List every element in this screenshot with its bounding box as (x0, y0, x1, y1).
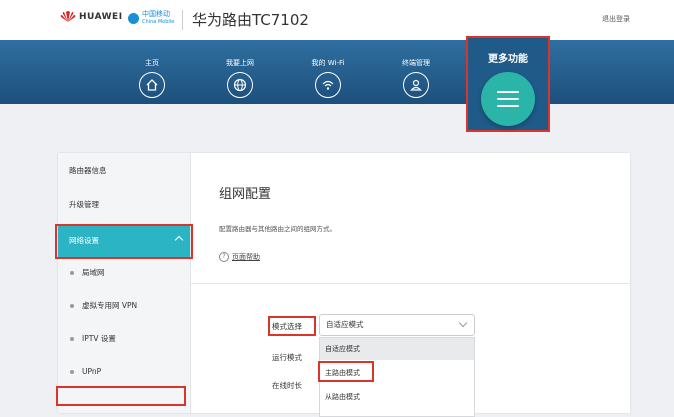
user-icon (403, 72, 429, 98)
nav-label: 主页 (145, 59, 159, 67)
highlight-sidebar-bottom (56, 386, 186, 406)
bullet-icon (70, 370, 74, 374)
bullet-icon (70, 304, 74, 308)
brand-text: HUAWEI (79, 12, 123, 22)
globe-icon (227, 72, 253, 98)
nav-label: 终端管理 (402, 59, 430, 67)
nav-item-internet[interactable]: 我要上网 (205, 40, 275, 98)
menu-icon (481, 72, 535, 126)
help-label: 页面帮助 (232, 253, 260, 261)
mode-option-sub-router[interactable]: 从路由模式 (320, 386, 474, 408)
nav-item-wifi[interactable]: 我的 Wi-Fi (293, 40, 363, 98)
highlight-main-router-option (318, 361, 374, 382)
page-title: 组网配置 (219, 187, 272, 202)
nav-label: 我的 Wi-Fi (311, 59, 345, 67)
page-help-link[interactable]: ? 页面帮助 (219, 252, 260, 262)
sidebar-subitem-iptv[interactable]: IPTV 设置 (58, 323, 190, 355)
sidebar-subitem-label: UPnP (82, 367, 102, 376)
bullet-icon (70, 271, 74, 275)
nav-item-home[interactable]: 主页 (117, 40, 187, 98)
carrier-name-en: China Mobile (142, 19, 175, 25)
main-nav: 主页 我要上网 我的 Wi-Fi 终端管理 (0, 40, 674, 104)
huawei-petals-icon (60, 11, 76, 22)
china-mobile-icon (128, 12, 139, 24)
help-icon: ? (219, 252, 229, 262)
bullet-icon (70, 337, 74, 341)
huawei-logo: HUAWEI (60, 11, 123, 23)
top-header: HUAWEI 中国移动 China Mobile 华为路由TC7102 退出登录 (0, 0, 674, 40)
carrier-name-cn: 中国移动 (142, 10, 170, 18)
sidebar-item-router-info[interactable]: 路由器信息 (58, 155, 190, 187)
nav-label: 我要上网 (226, 59, 254, 67)
run-mode-label: 运行模式 (272, 353, 302, 362)
sidebar-subitem-vpn[interactable]: 虚拟专用网 VPN (58, 290, 190, 322)
home-icon (139, 72, 165, 98)
sidebar-subitem-label: 局域网 (82, 268, 105, 277)
more-functions-button[interactable]: 更多功能 (466, 36, 550, 132)
sidebar-subitem-label: 虚拟专用网 VPN (82, 301, 138, 310)
router-title: 华为路由TC7102 (192, 11, 309, 29)
highlight-network-settings (55, 224, 193, 259)
sidebar: 路由器信息 升级管理 网络设置 局域网 虚拟专用网 VPN IPTV 设置 UP… (58, 153, 191, 413)
more-functions-label: 更多功能 (488, 54, 528, 65)
sidebar-subitem-upnp[interactable]: UPnP (58, 356, 190, 388)
mode-option-auto[interactable]: 自适应模式 (320, 338, 474, 360)
nav-item-devices[interactable]: 终端管理 (381, 40, 451, 98)
mode-select[interactable]: 自适应模式 (319, 314, 475, 336)
highlight-mode-label (268, 316, 316, 336)
header-divider (182, 10, 183, 30)
china-mobile-logo: 中国移动 China Mobile (128, 10, 174, 26)
logout-link[interactable]: 退出登录 (602, 14, 630, 24)
content-divider (190, 283, 630, 284)
sidebar-subitem-label: IPTV 设置 (82, 334, 116, 343)
wifi-icon (315, 72, 341, 98)
page-description: 配置路由器与其他路由之间的组网方式。 (219, 225, 336, 233)
online-duration-label: 在线时长 (272, 381, 302, 390)
mode-select-value: 自适应模式 (326, 320, 364, 329)
sidebar-subitem-lan[interactable]: 局域网 (58, 257, 190, 289)
chevron-down-icon (458, 318, 468, 328)
sidebar-item-upgrade[interactable]: 升级管理 (58, 189, 190, 221)
